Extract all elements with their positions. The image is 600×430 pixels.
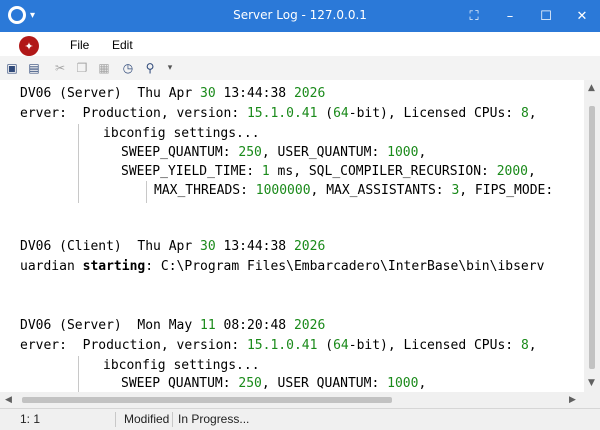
scroll-right-icon[interactable]: ▶ (569, 395, 576, 405)
log-view[interactable]: DV06 (Server) Thu Apr 30 13:44:38 2026 e… (0, 80, 584, 392)
menu-bar (0, 32, 600, 56)
menu-file[interactable]: File (70, 38, 89, 52)
log-header: DV06 (Server) Thu Apr 30 13:44:38 2026 (20, 86, 326, 101)
log-line: MAX_THREADS: 1000000, MAX_ASSISTANTS: 3,… (154, 183, 554, 198)
cursor-position: 1: 1 (20, 412, 41, 426)
zoom-dropdown-icon[interactable]: ▾ (162, 60, 178, 76)
paste-icon[interactable]: ▦ (96, 60, 112, 76)
indent-guide (146, 181, 147, 203)
history-icon[interactable]: ◷ (120, 60, 136, 76)
status-divider (172, 412, 173, 427)
log-line: erver: Production, version: 15.1.0.41 (6… (20, 338, 537, 353)
log-line: SWEEP_YIELD_TIME: 1 ms, SQL_COMPILER_REC… (121, 164, 536, 179)
log-header: DV06 (Server) Mon May 11 08:20:48 2026 (20, 318, 326, 333)
log-line: SWEEP QUANTUM: 250, USER QUANTUM: 1000, (121, 376, 427, 391)
log-line: ibconfig settings... (103, 126, 260, 141)
menu-edit[interactable]: Edit (112, 38, 133, 52)
vertical-scrollbar[interactable]: ▲ ▼ (584, 80, 600, 392)
progress-status: In Progress... (178, 412, 250, 426)
fullscreen-button[interactable]: ⛶ (456, 0, 492, 32)
log-header: DV06 (Client) Thu Apr 30 13:44:38 2026 (20, 239, 326, 254)
app-logo-icon[interactable]: ✦ (19, 36, 39, 56)
copy-icon[interactable]: ❐ (74, 60, 90, 76)
cut-icon[interactable]: ✂ (52, 60, 68, 76)
horizontal-scroll-thumb[interactable] (22, 397, 392, 403)
log-line: uardian starting: C:\Program Files\Embar… (20, 259, 545, 274)
zoom-icon[interactable]: ⚲ (142, 60, 158, 76)
maximize-button[interactable]: ☐ (528, 0, 564, 32)
log-line: erver: Production, version: 15.1.0.41 (6… (20, 106, 537, 121)
modified-status: Modified (124, 412, 170, 426)
status-bar: 1: 1 Modified In Progress... (0, 408, 600, 430)
horizontal-scrollbar[interactable]: ◀ ▶ (0, 392, 584, 408)
log-line: SWEEP_QUANTUM: 250, USER_QUANTUM: 1000, (121, 145, 427, 160)
save-icon[interactable]: ▣ (4, 60, 20, 76)
minimize-button[interactable]: – (492, 0, 528, 32)
indent-guide (78, 356, 79, 392)
scrollbar-corner (584, 392, 600, 408)
scroll-left-icon[interactable]: ◀ (5, 395, 12, 405)
status-divider (115, 412, 116, 427)
indent-guide (78, 124, 79, 203)
vertical-scroll-thumb[interactable] (589, 106, 595, 369)
print-icon[interactable]: ▤ (26, 60, 42, 76)
scroll-up-icon[interactable]: ▲ (588, 83, 596, 93)
close-button[interactable]: ✕ (564, 0, 600, 32)
toolbar (0, 56, 600, 81)
log-line: ibconfig settings... (103, 358, 260, 373)
title-bar: ▾ Server Log - 127.0.0.1 ⛶ – ☐ ✕ (0, 0, 600, 32)
scroll-down-icon[interactable]: ▼ (588, 378, 596, 388)
